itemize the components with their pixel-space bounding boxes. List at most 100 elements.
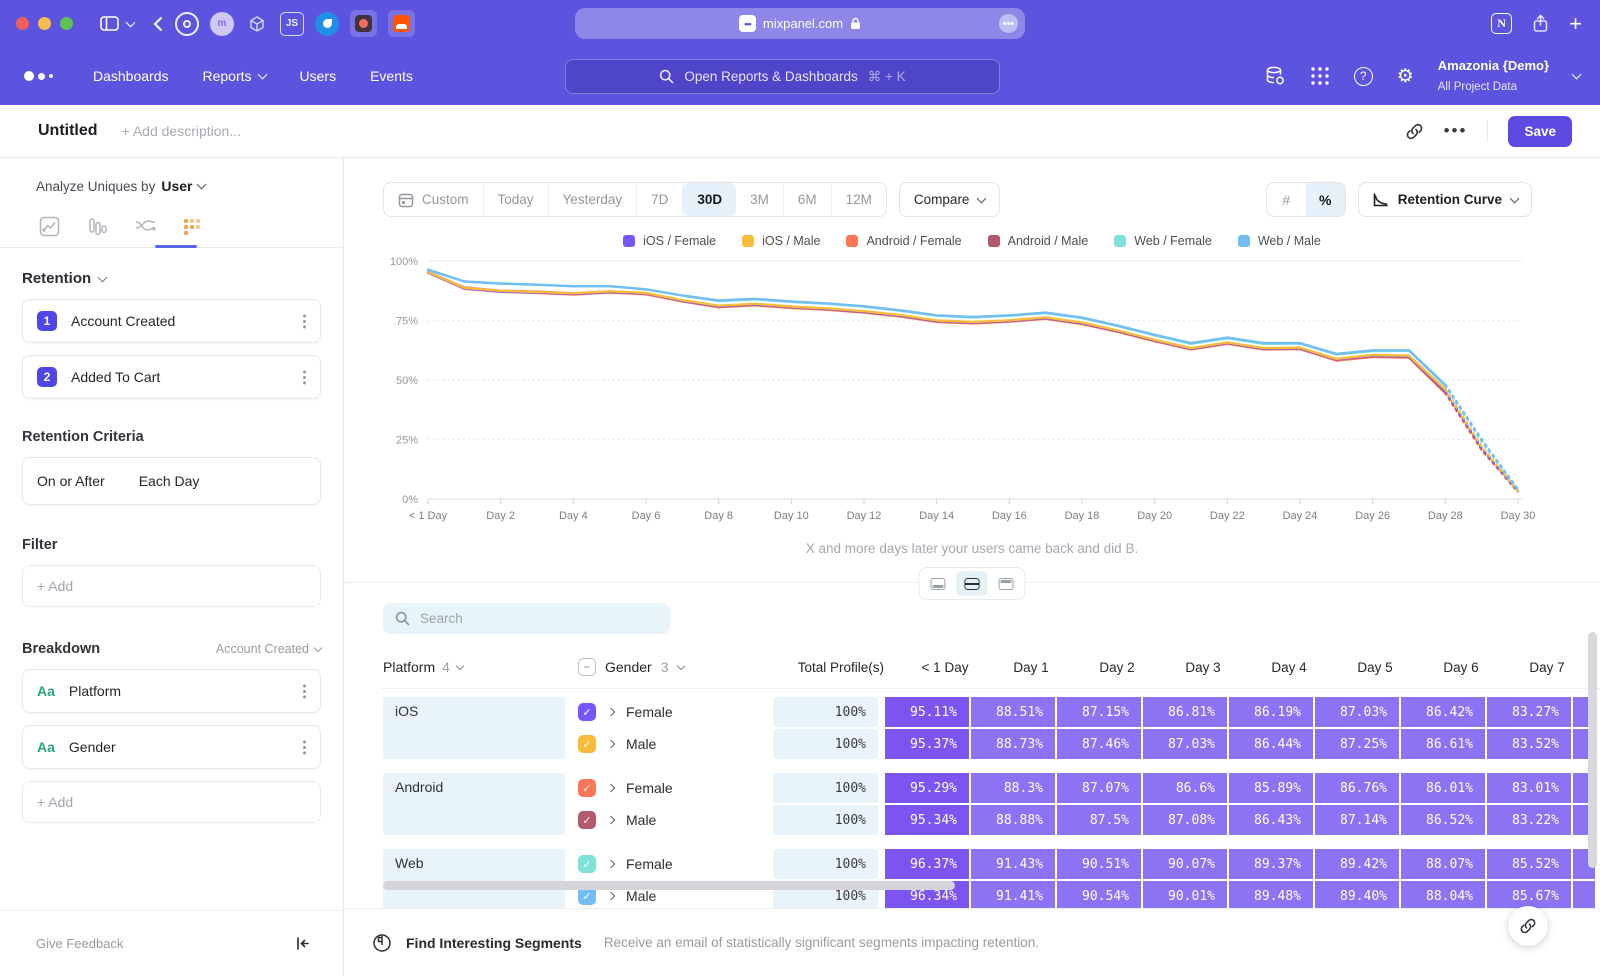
expand-row-icon[interactable] [607, 816, 615, 824]
series-checkbox[interactable]: ✓ [578, 811, 596, 829]
retention-cell[interactable]: 89.42% [1315, 849, 1399, 879]
legend-item[interactable]: Android / Female [846, 234, 961, 248]
collapse-sidebar-icon[interactable] [294, 935, 311, 952]
vertical-scrollbar[interactable] [1588, 632, 1597, 868]
retention-cell[interactable]: 86.42% [1401, 697, 1485, 727]
retention-cell[interactable]: 83.01% [1487, 773, 1571, 803]
chart-caption[interactable]: X and more days later your users came ba… [344, 541, 1600, 556]
horizontal-scrollbar[interactable] [383, 881, 955, 890]
retention-cell[interactable]: 88.88% [971, 805, 1055, 835]
retention-cell[interactable]: 89.48% [1229, 881, 1313, 911]
range-3m[interactable]: 3M [736, 183, 784, 216]
tab-insights[interactable] [36, 214, 62, 247]
retention-cell[interactable]: 86.6% [1143, 773, 1227, 803]
share-link-fab[interactable] [1508, 906, 1548, 946]
new-tab-icon[interactable]: + [1569, 13, 1582, 35]
legend-item[interactable]: Android / Male [988, 234, 1089, 248]
day-column-header[interactable]: Day 7 [1505, 660, 1589, 675]
percent-toggle[interactable]: % [1306, 183, 1345, 216]
range-7d[interactable]: 7D [637, 183, 683, 216]
retention-cell[interactable]: 89.37% [1229, 849, 1313, 879]
legend-item[interactable]: iOS / Female [623, 234, 716, 248]
retention-cell[interactable]: 90.51% [1057, 849, 1141, 879]
retention-cell[interactable]: 86.19% [1229, 697, 1313, 727]
chart-type-selector[interactable]: Retention Curve [1358, 182, 1532, 217]
global-search-input[interactable]: Open Reports & Dashboards ⌘ + K [565, 59, 1000, 94]
zoom-window-button[interactable] [60, 17, 73, 30]
breakdown-event-selector[interactable]: Account Created [216, 642, 321, 656]
share-icon[interactable] [1532, 14, 1549, 33]
retention-step-1[interactable]: 1Account Created [22, 299, 321, 343]
chevron-down-icon[interactable] [127, 22, 134, 26]
retention-cell[interactable]: 87.07% [1057, 773, 1141, 803]
retention-cell[interactable]: 83.27% [1487, 697, 1571, 727]
retention-cell[interactable]: 83.22% [1487, 805, 1571, 835]
expand-row-icon[interactable] [607, 740, 615, 748]
tab-retention[interactable] [180, 214, 206, 247]
retention-cell[interactable]: 86.81% [1143, 697, 1227, 727]
nav-item-dashboards[interactable]: Dashboards [93, 68, 169, 84]
series-checkbox[interactable]: ✓ [578, 855, 596, 873]
minimize-window-button[interactable] [38, 17, 51, 30]
more-options-icon[interactable] [303, 376, 306, 379]
retention-cell[interactable]: 91.41% [971, 881, 1055, 911]
more-options-icon[interactable] [303, 320, 306, 323]
platform-cell[interactable]: Web [383, 849, 565, 911]
project-switcher[interactable]: Amazonia {Demo} All Project Data [1438, 56, 1549, 96]
range-yesterday[interactable]: Yesterday [549, 183, 638, 216]
day-column-header[interactable]: Day 3 [1161, 660, 1245, 675]
url-more-icon[interactable]: ••• [999, 14, 1018, 33]
retention-cell[interactable]: 87.03% [1315, 697, 1399, 727]
retention-cell[interactable]: 91.43% [971, 849, 1055, 879]
retention-cell[interactable]: 90.01% [1143, 881, 1227, 911]
retention-cell[interactable]: 95.29% [885, 773, 969, 803]
retention-cell[interactable]: 88.07% [1401, 849, 1485, 879]
m-avatar-extension-icon[interactable]: m [210, 12, 234, 36]
compare-button[interactable]: Compare [899, 182, 1001, 217]
save-button[interactable]: Save [1508, 116, 1572, 147]
more-options-icon[interactable] [303, 746, 306, 749]
retention-cell[interactable]: 86.76% [1315, 773, 1399, 803]
retention-cell[interactable]: 86.01% [1401, 773, 1485, 803]
nav-item-users[interactable]: Users [300, 68, 337, 84]
orange-pinned-extension-icon[interactable] [388, 10, 415, 37]
range-custom[interactable]: Custom [384, 183, 484, 216]
legend-item[interactable]: Web / Female [1114, 234, 1212, 248]
retention-cell[interactable]: 90.07% [1143, 849, 1227, 879]
criteria-operator[interactable]: On or After [37, 473, 105, 489]
more-options-icon[interactable] [303, 690, 306, 693]
retention-cell[interactable]: 88.73% [971, 729, 1055, 759]
retention-cell[interactable]: 86.43% [1229, 805, 1313, 835]
retention-cell[interactable]: 86.52% [1401, 805, 1485, 835]
chart-only-view-button[interactable] [923, 571, 954, 596]
add-breakdown-button[interactable]: + Add [22, 781, 321, 823]
retention-cell[interactable]: 87.5% [1057, 805, 1141, 835]
series-checkbox[interactable]: ✓ [578, 703, 596, 721]
retention-cell[interactable]: 95.34% [885, 805, 969, 835]
retention-step-2[interactable]: 2Added To Cart [22, 355, 321, 399]
select-all-checkbox[interactable]: − [578, 658, 596, 676]
bird-extension-icon[interactable] [315, 12, 339, 36]
retention-chart[interactable]: 0%25%50%75%100%< 1 DayDay 2Day 4Day 6Day… [370, 252, 1600, 531]
retention-cell[interactable]: 90.54% [1057, 881, 1141, 911]
tab-flows[interactable] [132, 214, 158, 247]
series-checkbox[interactable]: ✓ [578, 735, 596, 753]
retention-cell[interactable]: 88.3% [971, 773, 1055, 803]
series-checkbox[interactable]: ✓ [578, 779, 596, 797]
js-extension-icon[interactable]: JS [280, 12, 304, 36]
retention-cell[interactable]: 86.44% [1229, 729, 1313, 759]
retention-cell[interactable]: 87.14% [1315, 805, 1399, 835]
retention-cell[interactable]: 83.52% [1487, 729, 1571, 759]
table-only-view-button[interactable] [991, 571, 1022, 596]
nav-item-events[interactable]: Events [370, 68, 413, 84]
range-30d[interactable]: 30D [683, 183, 736, 216]
day-column-header[interactable]: Day 4 [1247, 660, 1331, 675]
platform-cell[interactable]: iOS [383, 697, 565, 759]
retention-cell[interactable]: 96.37% [885, 849, 969, 879]
retention-cell[interactable]: 87.25% [1315, 729, 1399, 759]
retention-cell[interactable]: 85.89% [1229, 773, 1313, 803]
add-filter-button[interactable]: + Add [22, 565, 321, 607]
target-extension-icon[interactable] [175, 12, 199, 36]
platform-column-header[interactable]: Platform 4 [383, 659, 463, 675]
analyze-uniques-value[interactable]: User [161, 178, 192, 194]
